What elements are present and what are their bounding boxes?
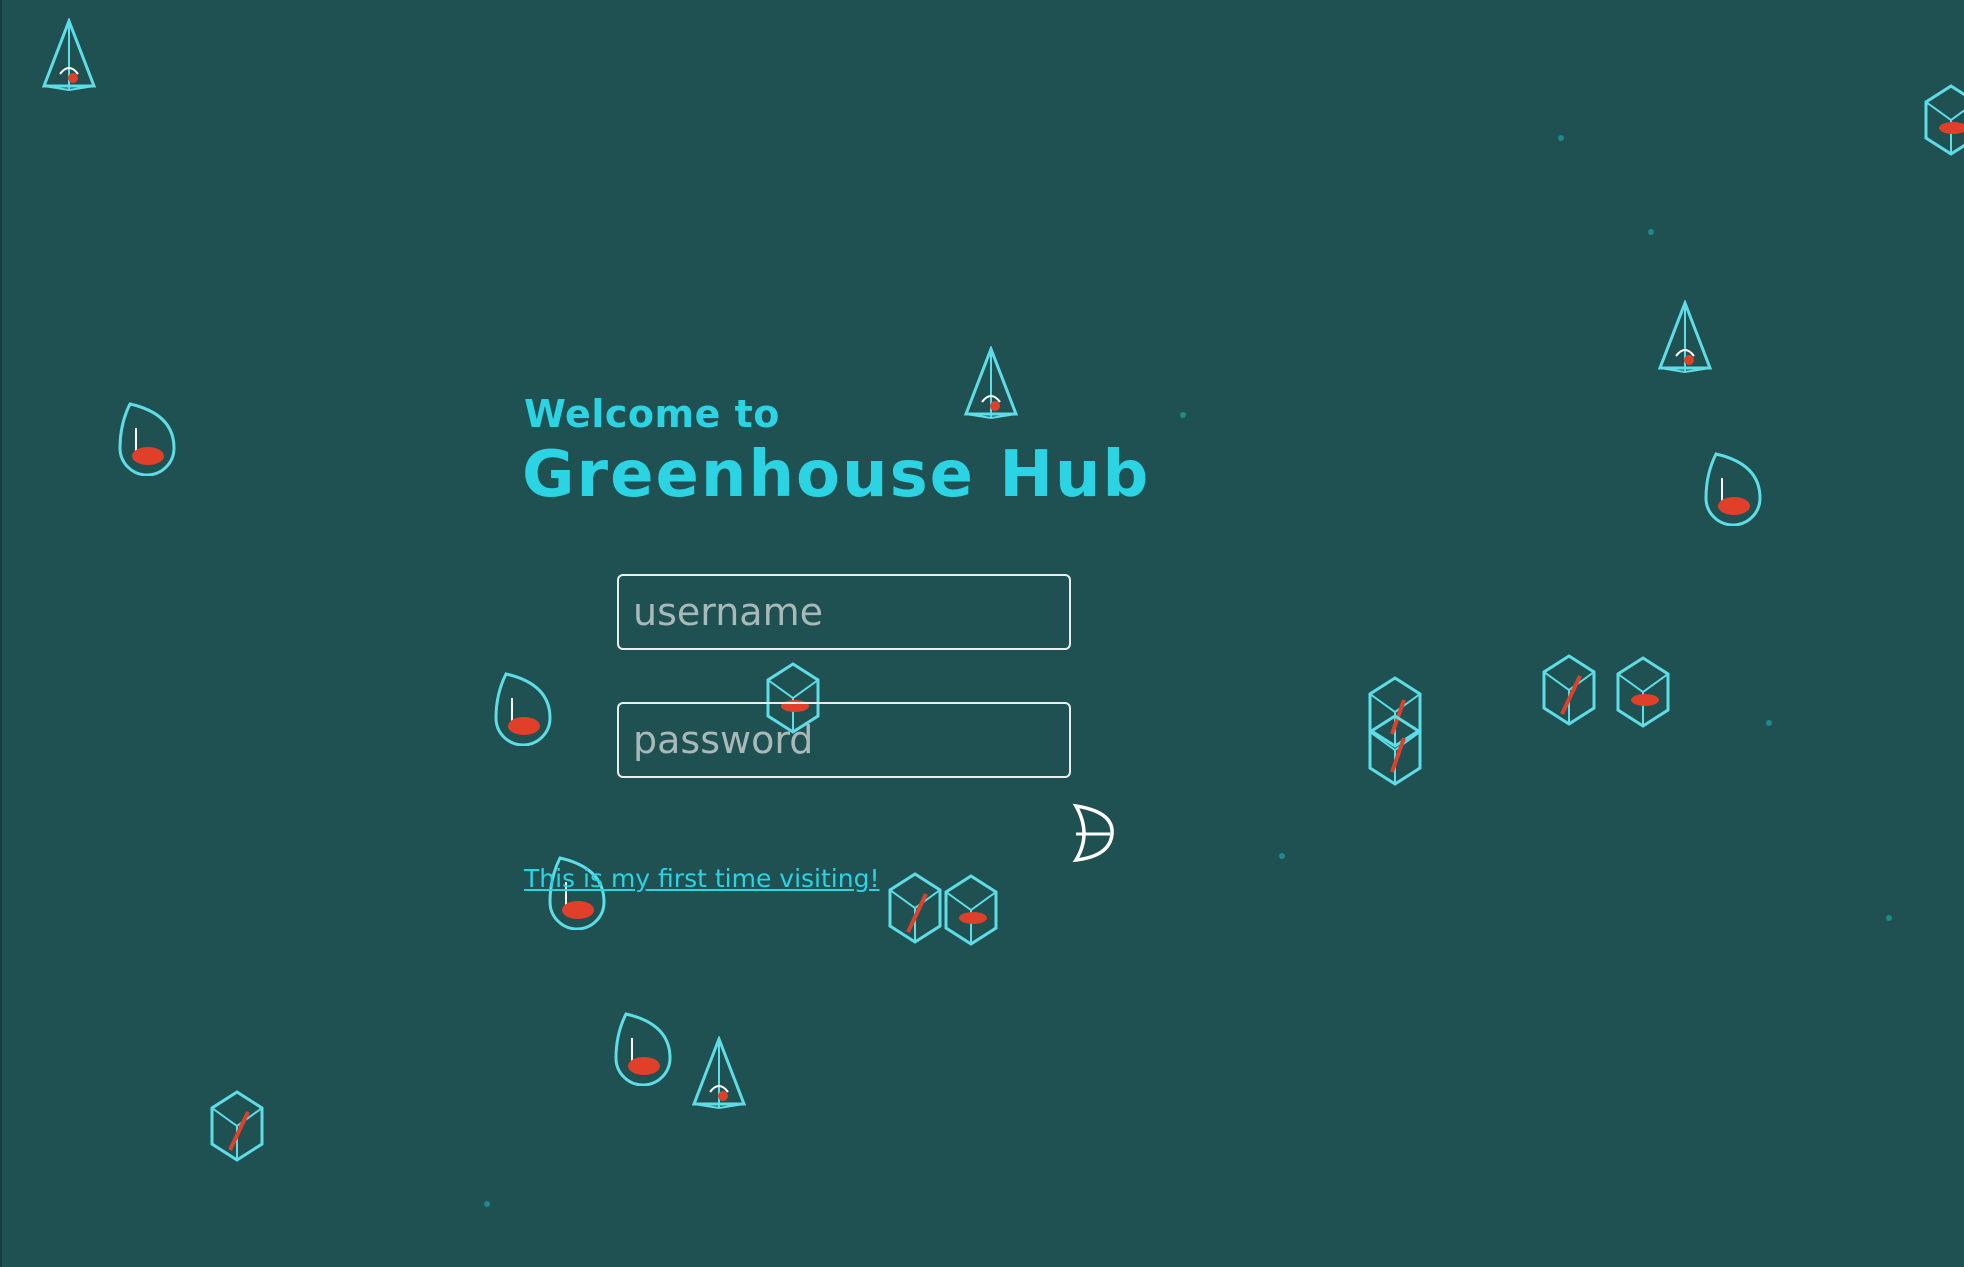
geodesic-terrarium-icon: [1538, 652, 1600, 728]
background-dot: [484, 1201, 490, 1207]
geodesic-terrarium-icon: [1920, 82, 1964, 158]
submit-button[interactable]: [1070, 802, 1118, 864]
background-dot: [1766, 720, 1772, 726]
first-visit-link[interactable]: This is my first time visiting!: [524, 864, 879, 893]
pyramid-terrarium-icon: [38, 18, 100, 94]
background-dot: [1558, 135, 1564, 141]
geodesic-terrarium-icon: [940, 872, 1002, 948]
geodesic-terrarium-icon: [1364, 712, 1426, 788]
login-screen: Welcome to Greenhouse Hub This is my fir…: [0, 0, 1964, 1267]
geodesic-terrarium-icon: [206, 1088, 268, 1164]
leaf-arrow-icon: [1072, 803, 1114, 863]
password-input[interactable]: [617, 702, 1071, 778]
page-title: Greenhouse Hub: [522, 438, 1151, 512]
pyramid-terrarium-icon: [1654, 300, 1716, 376]
geodesic-terrarium-icon: [884, 870, 946, 946]
teardrop-terrarium-icon: [1702, 450, 1764, 526]
welcome-text: Welcome to: [524, 392, 780, 436]
pyramid-terrarium-icon: [688, 1036, 750, 1112]
background-dot: [1180, 412, 1186, 418]
background-dot: [1279, 853, 1285, 859]
teardrop-terrarium-icon: [492, 670, 554, 746]
geodesic-terrarium-icon: [1612, 654, 1674, 730]
background-dot: [1886, 915, 1892, 921]
username-input[interactable]: [617, 574, 1071, 650]
background-dot: [1648, 229, 1654, 235]
teardrop-terrarium-icon: [612, 1010, 674, 1086]
pyramid-terrarium-icon: [960, 346, 1022, 422]
left-edge-divider: [0, 0, 2, 1267]
teardrop-terrarium-icon: [116, 400, 178, 476]
